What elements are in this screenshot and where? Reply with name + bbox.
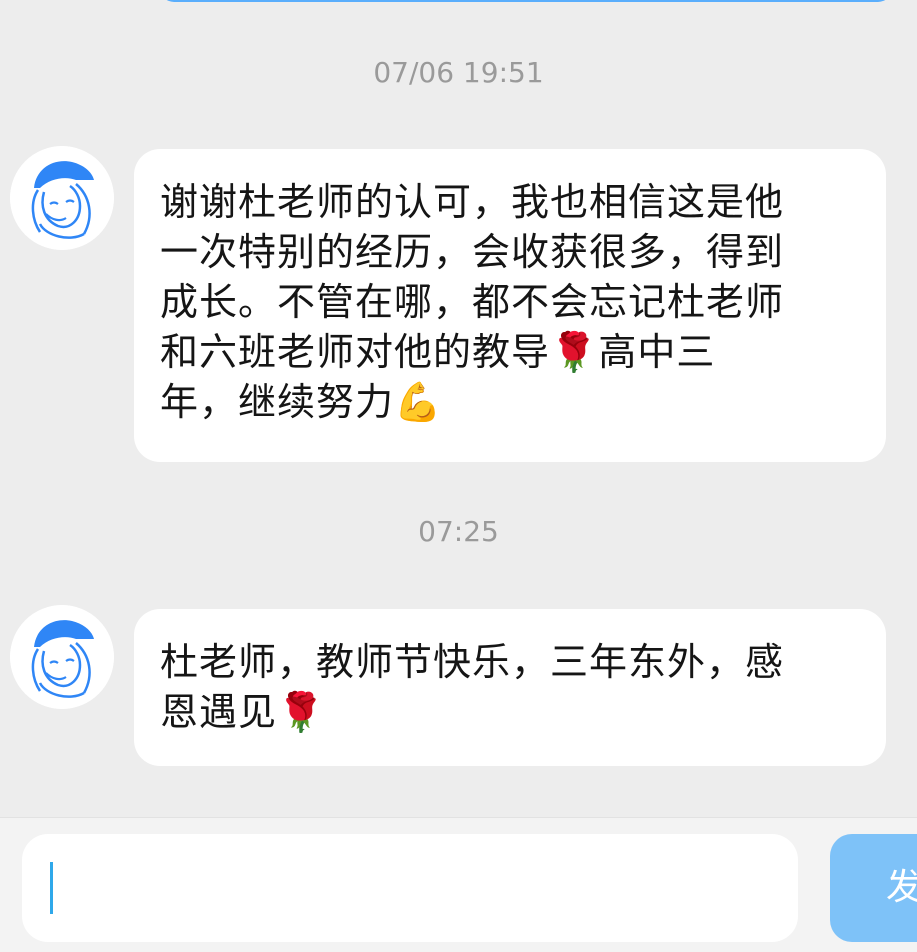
message-bubble[interactable]: 谢谢杜老师的认可，我也相信这是他 一次特别的经历，会收获很多，得到 成长。不管在…	[134, 149, 886, 462]
message-input[interactable]	[22, 834, 798, 942]
message-timestamp: 07:25	[418, 515, 499, 548]
message-bubble[interactable]: 杜老师，教师节快乐，三年东外，感 恩遇见🌹	[134, 609, 886, 766]
message-text: 谢谢杜老师的认可，我也相信这是他 一次特别的经历，会收获很多，得到 成长。不管在…	[160, 180, 785, 424]
sender-avatar-icon[interactable]	[10, 605, 114, 709]
previous-message-bubble-edge	[160, 0, 892, 2]
message-text: 杜老师，教师节快乐，三年东外，感 恩遇见🌹	[160, 640, 785, 734]
girl-with-cap-avatar-icon	[10, 146, 114, 250]
message-timestamp: 07/06 19:51	[373, 56, 544, 89]
message-composer: 发	[0, 817, 917, 952]
send-button[interactable]: 发	[830, 834, 917, 942]
text-caret	[50, 862, 53, 914]
sender-avatar-icon[interactable]	[10, 146, 114, 250]
girl-with-cap-avatar-icon	[10, 605, 114, 709]
